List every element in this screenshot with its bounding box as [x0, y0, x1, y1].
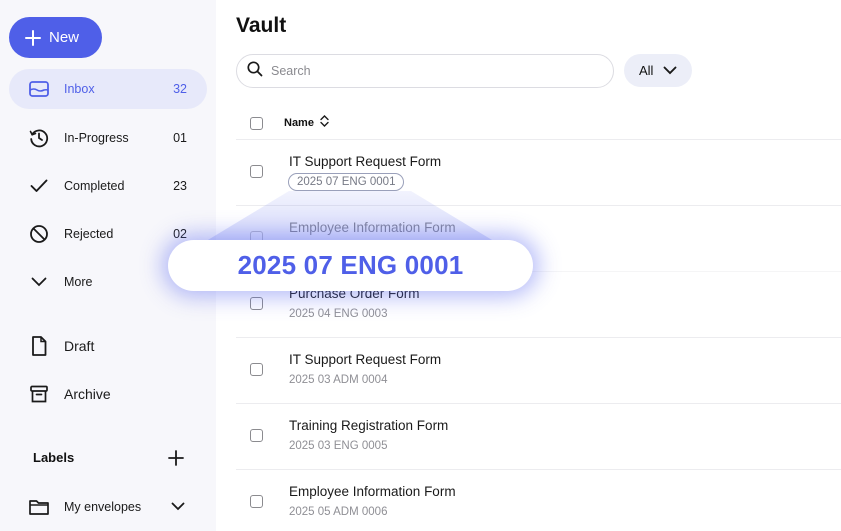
row-checkbox[interactable]	[250, 429, 263, 442]
form-id: 2025 04 ENG 0003	[289, 308, 388, 320]
form-id-highlight: 2025 07 ENG 0001	[288, 173, 405, 191]
form-id: 2025 05 ADM 0006	[289, 506, 388, 518]
form-name: Employee Information Form	[289, 220, 456, 235]
table-header: Name	[236, 106, 841, 140]
row-checkbox[interactable]	[250, 495, 263, 508]
form-id: 2025 03 ADM 0004	[289, 374, 388, 386]
new-button[interactable]: New	[9, 17, 102, 58]
form-name: IT Support Request Form	[289, 352, 442, 367]
archive-box-icon	[28, 383, 50, 405]
sidebar-item-label: Draft	[64, 338, 95, 354]
chevron-down-icon	[663, 63, 677, 78]
new-button-label: New	[49, 29, 80, 46]
document-icon	[28, 335, 50, 357]
sidebar-item-draft[interactable]: Draft	[9, 326, 207, 366]
zoom-callout: 2025 07 ENG 0001	[168, 240, 533, 291]
select-all-checkbox[interactable]	[250, 117, 263, 130]
sidebar-item-label: Rejected	[64, 227, 114, 241]
sidebar-item-count: 01	[173, 131, 187, 145]
table-row[interactable]: IT Support Request Form 2025 07 ENG 0001	[236, 140, 841, 206]
form-name: Employee Information Form	[289, 484, 456, 499]
plus-icon	[25, 29, 41, 46]
table-row[interactable]: Employee Information Form 2025 05 ADM 00…	[236, 470, 841, 531]
row-checkbox[interactable]	[250, 165, 263, 178]
filter-label: All	[639, 63, 654, 78]
sidebar-item-label: Completed	[64, 179, 125, 193]
sidebar-item-in-progress[interactable]: In-Progress 01	[9, 118, 207, 158]
sort-icon	[320, 115, 329, 130]
form-id: 2025 03 ENG 0005	[289, 440, 388, 452]
sidebar-item-label: Inbox	[64, 82, 95, 96]
search-input[interactable]	[271, 64, 591, 78]
sidebar-item-label: More	[64, 275, 93, 289]
search-icon	[247, 60, 263, 82]
sidebar-item-archive[interactable]: Archive	[9, 374, 207, 414]
sidebar-item-count: 02	[173, 227, 187, 241]
page-title: Vault	[236, 14, 287, 37]
folder-icon	[28, 496, 50, 518]
form-name: Training Registration Form	[289, 418, 449, 433]
sidebar-item-label: In-Progress	[64, 131, 129, 145]
add-label-icon[interactable]	[166, 448, 186, 468]
inbox-icon	[28, 78, 50, 100]
search-bar[interactable]	[236, 54, 614, 88]
sidebar-item-completed[interactable]: Completed 23	[9, 166, 207, 206]
block-icon	[28, 223, 50, 245]
checkmark-icon	[28, 175, 50, 197]
app-window: New Inbox 32 In-Progress 01 Completed 23	[0, 0, 841, 531]
chevron-down-icon[interactable]	[171, 500, 185, 514]
chevron-down-icon	[28, 271, 50, 293]
sidebar-item-label: My envelopes	[64, 500, 142, 514]
sidebar-item-count: 32	[173, 82, 187, 96]
row-checkbox[interactable]	[250, 363, 263, 376]
sidebar-item-count: 23	[173, 179, 187, 193]
table-row[interactable]: IT Support Request Form 2025 03 ADM 0004	[236, 338, 841, 404]
clock-history-icon	[28, 127, 50, 149]
sidebar-item-my-envelopes[interactable]: My envelopes	[9, 487, 207, 527]
column-header-name[interactable]: Name	[284, 115, 329, 130]
column-header-label: Name	[284, 116, 314, 129]
filter-dropdown[interactable]: All	[624, 54, 692, 87]
form-name: IT Support Request Form	[289, 154, 442, 169]
row-checkbox[interactable]	[250, 297, 263, 310]
table-row[interactable]: Training Registration Form 2025 03 ENG 0…	[236, 404, 841, 470]
labels-heading: Labels	[33, 450, 75, 465]
sidebar-item-label: Archive	[64, 386, 111, 402]
sidebar-item-inbox[interactable]: Inbox 32	[9, 69, 207, 109]
